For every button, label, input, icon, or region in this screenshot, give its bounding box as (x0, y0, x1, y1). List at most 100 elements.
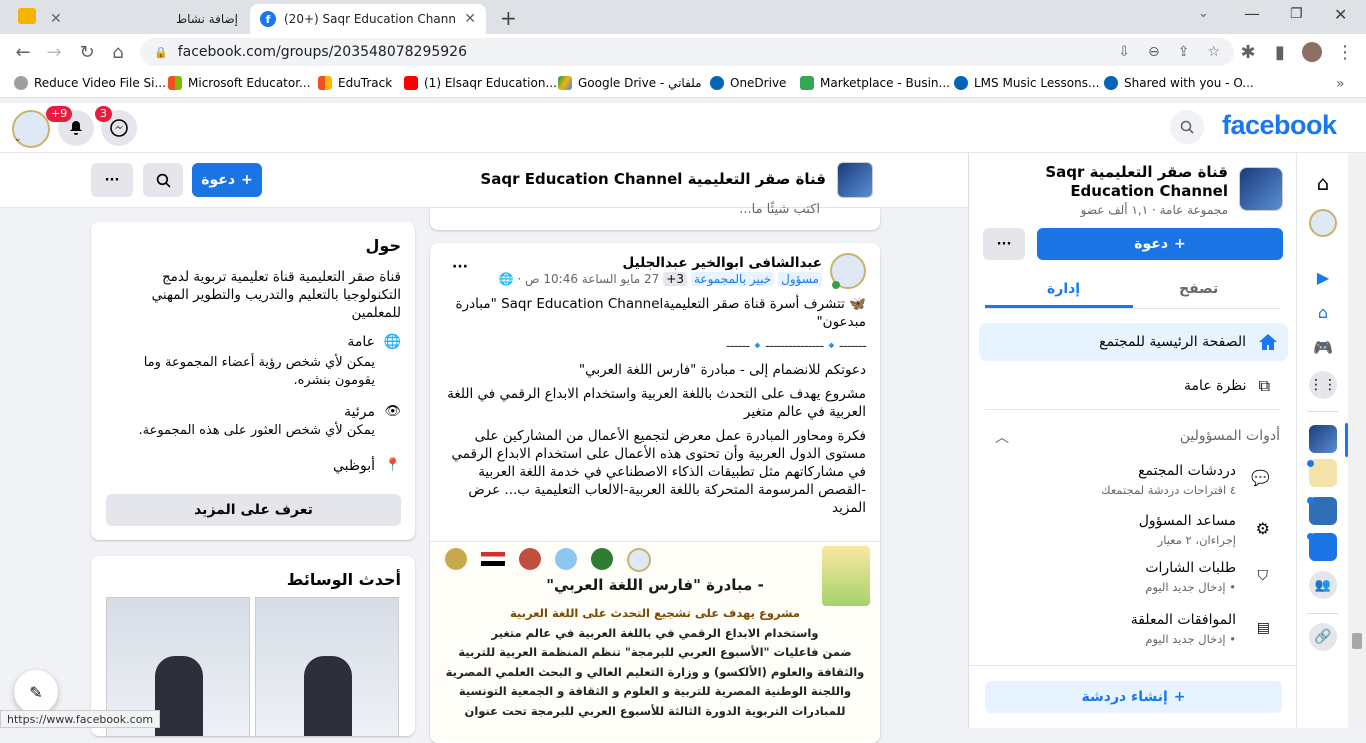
sidebar-item-chats[interactable]: دردشات المجتمع ٤ اقتراحات دردشة لمجتمعك … (985, 461, 1280, 501)
search-icon (1180, 120, 1194, 134)
image-text: مشروع يهدف على تشجيع التحدث على اللغة ال… (445, 606, 865, 718)
approvals-icon: ▤ (1256, 620, 1270, 636)
home-icon[interactable]: ⌂ (1309, 169, 1337, 197)
group-name[interactable]: قناة صقر التعليمية Saqr Education Channe… (440, 170, 826, 188)
plus-icon: + (1173, 689, 1186, 705)
close-window-icon[interactable]: ✕ (1334, 5, 1347, 24)
image-title: - مبادرة "فارس اللغة العربي" (546, 576, 764, 594)
url-bar[interactable]: 🔒 facebook.com/groups/203548078295926 ⇩ … (140, 38, 1234, 66)
marketplace-icon[interactable]: ⌂ (1309, 298, 1337, 326)
collapse-chevron-icon[interactable]: ︿ (995, 427, 1009, 447)
plus-icon: + (1174, 236, 1186, 252)
sidebar-group-name[interactable]: قناة صقر التعليمية Saqr Education Channe… (989, 163, 1228, 201)
bookmark-item[interactable]: Google Drive - ملفاتي (558, 76, 702, 90)
tab-manage[interactable]: إدارة (1047, 281, 1080, 297)
composer-input[interactable]: اكتب شيئًا ما... (739, 202, 820, 217)
bookmark-item[interactable]: LMS Music Lessons... (954, 76, 1099, 90)
layers-icon: ⧉ (1258, 376, 1270, 395)
lock-icon: 🔒 (154, 45, 168, 59)
post-author[interactable]: عبدالشافى ابوالخير عبدالجليل (623, 255, 822, 271)
restore-icon[interactable]: ❐ (1290, 6, 1303, 22)
facebook-logo[interactable]: facebook (1222, 110, 1337, 141)
new-message-button[interactable]: ✎ (14, 670, 58, 714)
home-icon[interactable]: ⌂ (107, 41, 129, 63)
bell-icon (70, 121, 82, 135)
tab-browse[interactable]: تصفح (1179, 281, 1218, 297)
bookmark-item[interactable]: Reduce Video File Si... (14, 76, 166, 90)
bookmark-item[interactable]: (1) Elsaqr Education... (404, 76, 557, 90)
more-options-button[interactable]: ··· (91, 163, 133, 197)
reload-icon[interactable]: ↻ (76, 41, 98, 63)
group-shortcut-avatar[interactable] (1309, 425, 1337, 453)
post-options-icon[interactable]: ··· (452, 259, 468, 275)
back-icon[interactable]: ← (12, 41, 34, 63)
sidebar-more-button[interactable]: ··· (983, 228, 1025, 260)
more-bookmarks-icon[interactable]: » (1336, 76, 1345, 92)
group-shortcut-avatar[interactable] (1309, 209, 1337, 237)
create-chat-button[interactable]: + إنشاء دردشة (985, 681, 1282, 713)
plus-icon: + (241, 172, 253, 188)
link-icon[interactable]: 🔗 (1309, 623, 1337, 651)
bookmark-item[interactable]: Shared with you - O... (1104, 76, 1254, 90)
bookmark-star-icon[interactable]: ☆ (1207, 44, 1220, 60)
bookmark-item[interactable]: Marketplace - Busin... (800, 76, 950, 90)
group-search-button[interactable] (143, 163, 183, 197)
sidebar-group-thumb[interactable] (1239, 167, 1283, 211)
extensions-icon[interactable]: ✱ (1237, 41, 1259, 63)
sidebar-item-assistant[interactable]: مساعد المسؤول إجراءان، ٢ معيار ⚙ (985, 509, 1280, 549)
unread-dot (1307, 533, 1314, 540)
tab-inactive[interactable]: إضافة نشاط ✕ (40, 4, 248, 34)
side-panel-icon[interactable]: ▮ (1269, 41, 1291, 63)
group-cover-thumbnail[interactable] (837, 162, 873, 198)
groups-icon[interactable]: 👥 (1309, 571, 1337, 599)
more-badges[interactable]: +3 (663, 272, 687, 286)
post-image[interactable]: - مبادرة "فارس اللغة العربي" مشروع يهدف … (430, 541, 880, 741)
account-chevron-icon[interactable]: ⌄ (14, 134, 22, 144)
new-tab-icon[interactable]: + (500, 6, 517, 30)
sidebar-item-overview[interactable]: نظرة عامة ⧉ (985, 370, 1280, 402)
tab-close-icon[interactable]: ✕ (464, 11, 476, 27)
facebook-top-bar (0, 103, 1366, 153)
sidebar-group-meta: مجموعة عامة · ١,١ ألف عضو (1080, 203, 1228, 217)
tab-close-icon[interactable]: ✕ (50, 11, 62, 27)
tab-active[interactable]: f (20+) Saqr Education Channel قناة صقر … (250, 4, 486, 34)
more-dots-icon: ··· (996, 236, 1012, 252)
watch-icon[interactable]: ▶ (1309, 263, 1337, 291)
forward-icon[interactable]: → (43, 41, 65, 63)
globe-icon: 🌐 (498, 272, 514, 286)
scrollbar-thumb[interactable] (1352, 633, 1362, 649)
sidebar-item-home[interactable]: الصفحة الرئيسية للمجتمع (979, 323, 1288, 361)
facebook-favicon-icon: f (260, 11, 276, 27)
rail-divider (1307, 613, 1338, 614)
invite-button[interactable]: + دعوة (192, 163, 262, 197)
post-time[interactable]: 27 مايو الساعة 10:46 ص · (517, 272, 659, 286)
marketplace-icon (800, 76, 814, 90)
sidebar-invite-button[interactable]: + دعوة (1037, 228, 1283, 260)
install-icon[interactable]: ⇩ (1118, 44, 1130, 60)
apps-grid-icon[interactable]: ⋮⋮ (1309, 371, 1337, 399)
divider (969, 665, 1296, 666)
browser-menu-icon[interactable]: ⋮ (1334, 41, 1356, 63)
search-button[interactable] (1170, 110, 1204, 144)
minimize-icon[interactable]: — (1244, 4, 1260, 23)
tab-search-icon[interactable]: ⌄ (1198, 6, 1209, 21)
bookmark-item[interactable]: Microsoft Educator... (168, 76, 311, 90)
microsoft-icon (168, 76, 182, 90)
media-person-figure (304, 656, 352, 736)
divider (985, 409, 1280, 410)
bookmark-item[interactable]: EduTrack (318, 76, 392, 90)
page-scrollbar[interactable] (1348, 153, 1366, 728)
expert-badge[interactable]: خبير بالمجموعة (690, 272, 775, 286)
onedrive-icon (1104, 76, 1118, 90)
sidebar-item-pending[interactable]: الموافقات المعلقة • إدخال جديد اليوم ▤ (985, 610, 1280, 650)
zoom-icon[interactable]: ⊖ (1148, 44, 1160, 60)
profile-avatar[interactable] (1302, 42, 1322, 62)
gaming-icon[interactable]: 🎮 (1309, 333, 1337, 361)
admin-badge[interactable]: مسؤول (778, 272, 822, 286)
bookmark-item[interactable]: OneDrive (710, 76, 786, 90)
tab-label: إضافة نشاط (176, 12, 238, 26)
learn-more-button[interactable]: تعرف على المزيد (106, 494, 401, 526)
media-thumbnail[interactable] (255, 597, 399, 737)
sidebar-item-badges[interactable]: طلبات الشارات • إدخال جديد اليوم ⛉ (985, 558, 1280, 598)
share-icon[interactable]: ⇪ (1178, 44, 1190, 60)
